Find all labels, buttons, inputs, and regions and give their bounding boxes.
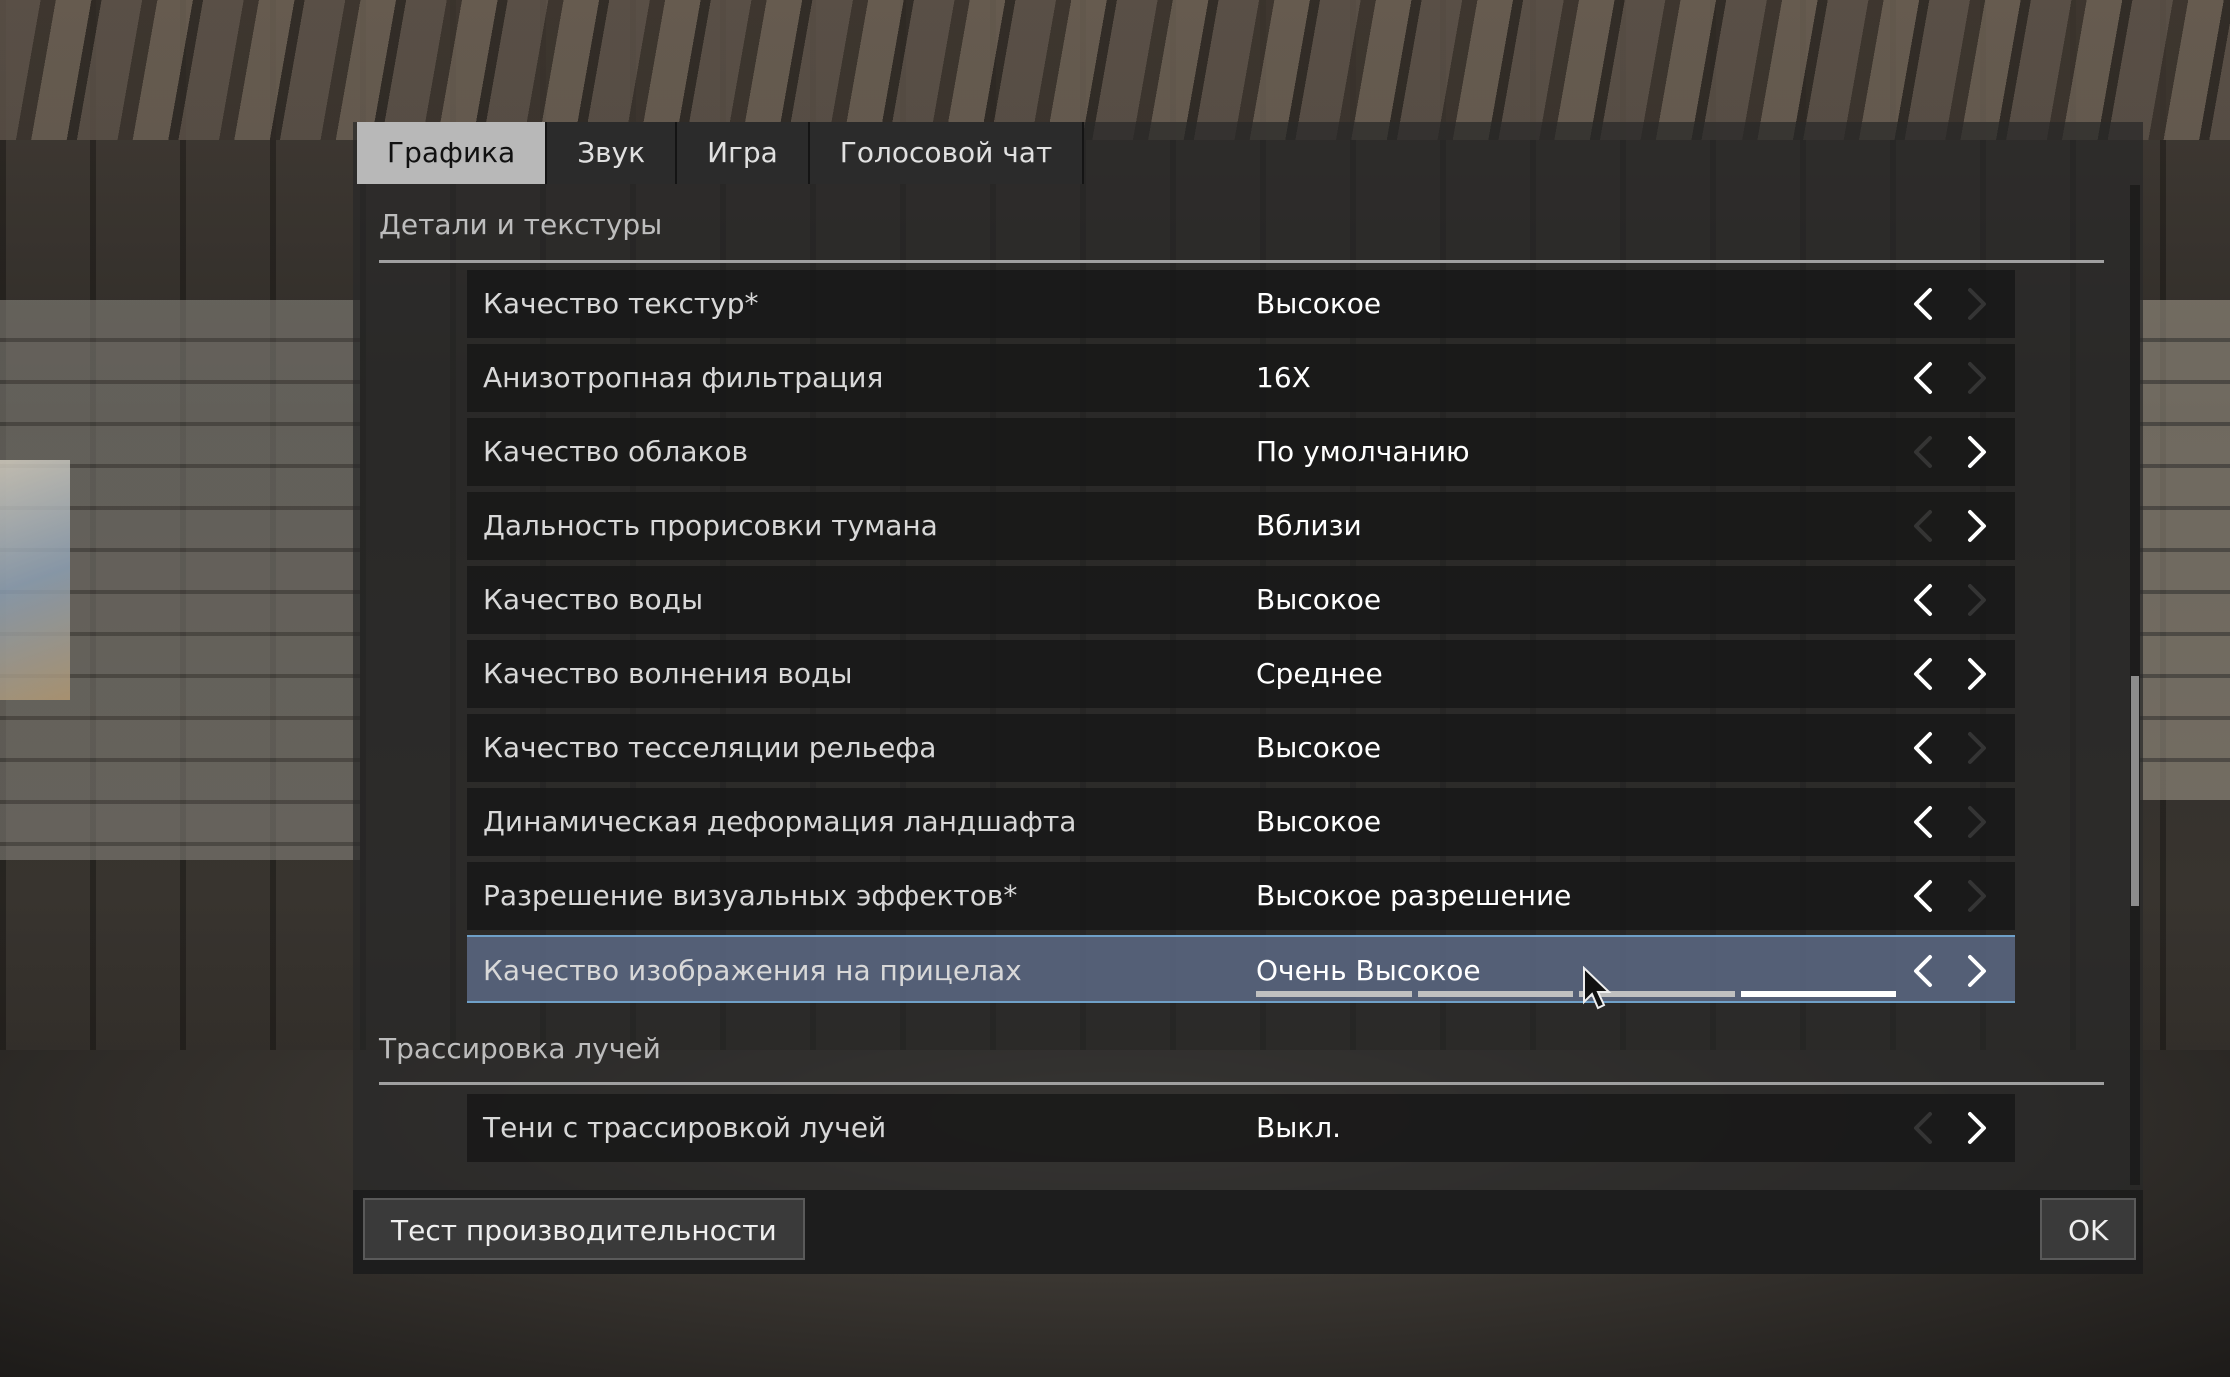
level-indicator: [1256, 991, 1896, 997]
setting-label: Качество тесселяции рельефа: [483, 731, 937, 764]
chevron-right-icon[interactable]: [1954, 652, 1998, 696]
setting-value: Высокое: [1256, 805, 1382, 838]
chevron-left-icon[interactable]: [1902, 874, 1946, 918]
setting-label: Анизотропная фильтрация: [483, 361, 884, 394]
setting-label: Качество текстур*: [483, 287, 759, 320]
setting-label: Динамическая деформация ландшафта: [483, 805, 1077, 838]
setting-label: Качество изображения на прицелах: [483, 954, 1022, 987]
setting-row[interactable]: Качество изображения на прицелах Очень Вы…: [467, 935, 2015, 1003]
chevron-left-icon[interactable]: [1902, 282, 1946, 326]
chevron-right-icon: [1954, 282, 1998, 326]
level-segment: [1417, 991, 1573, 997]
setting-value: Среднее: [1256, 657, 1383, 690]
scrollbar-thumb[interactable]: [2131, 676, 2139, 906]
tab-sound[interactable]: Звук: [547, 122, 678, 184]
chevron-left-icon[interactable]: [1902, 726, 1946, 770]
setting-row[interactable]: Качество текстур* Высокое: [467, 270, 2015, 338]
setting-label: Качество облаков: [483, 435, 749, 468]
chevron-left-icon: [1902, 430, 1946, 474]
setting-row[interactable]: Дальность прорисовки тумана Вблизи: [467, 492, 2015, 560]
ok-button[interactable]: OK: [2040, 1198, 2137, 1260]
chevron-right-icon[interactable]: [1954, 430, 1998, 474]
chevron-left-icon[interactable]: [1902, 800, 1946, 844]
chevron-left-icon: [1902, 1106, 1946, 1150]
setting-row[interactable]: Анизотропная фильтрация 16X: [467, 344, 2015, 412]
settings-tabs: Графика Звук Игра Голосовой чат: [357, 122, 1085, 184]
setting-value: Высокое: [1256, 731, 1382, 764]
setting-row[interactable]: Качество воды Высокое: [467, 566, 2015, 634]
chevron-right-icon: [1954, 800, 1998, 844]
scene-wall-right: [2140, 300, 2230, 800]
chevron-left-icon[interactable]: [1902, 949, 1946, 993]
section-header-details: Детали и текстуры: [379, 208, 663, 241]
section-divider: [379, 1082, 2104, 1085]
chevron-left-icon[interactable]: [1902, 356, 1946, 400]
chevron-right-icon: [1954, 356, 1998, 400]
chevron-right-icon: [1954, 874, 1998, 918]
setting-row[interactable]: Тени с трассировкой лучей Выкл.: [467, 1094, 2015, 1162]
tab-graphics[interactable]: Графика: [357, 122, 548, 184]
level-segment: [1256, 991, 1412, 997]
setting-row[interactable]: Разрешение визуальных эффектов* Высокое р…: [467, 862, 2015, 930]
section-divider: [379, 260, 2104, 263]
chevron-right-icon: [1954, 726, 1998, 770]
setting-label: Качество воды: [483, 583, 704, 616]
setting-value: Высокое: [1256, 583, 1382, 616]
setting-value: По умолчанию: [1256, 435, 1470, 468]
setting-value: Высокое: [1256, 287, 1382, 320]
setting-value: 16X: [1256, 361, 1311, 394]
setting-label: Разрешение визуальных эффектов*: [483, 879, 1018, 912]
setting-label: Качество волнения воды: [483, 657, 853, 690]
setting-value: Выкл.: [1256, 1111, 1342, 1144]
chevron-left-icon: [1902, 504, 1946, 548]
chevron-right-icon[interactable]: [1954, 1106, 1998, 1150]
setting-label: Тени с трассировкой лучей: [483, 1111, 887, 1144]
tab-game[interactable]: Игра: [677, 122, 810, 184]
setting-row[interactable]: Качество облаков По умолчанию: [467, 418, 2015, 486]
mouse-cursor-icon: [1583, 966, 1612, 1010]
setting-value: Высокое разрешение: [1256, 879, 1572, 912]
setting-label: Дальность прорисовки тумана: [483, 509, 938, 542]
wall-poster: [0, 460, 70, 700]
level-segment: [1740, 991, 1896, 997]
scene-ceiling: [0, 0, 2230, 140]
setting-value: Вблизи: [1256, 509, 1362, 542]
chevron-right-icon[interactable]: [1954, 504, 1998, 548]
chevron-right-icon: [1954, 578, 1998, 622]
chevron-left-icon[interactable]: [1902, 578, 1946, 622]
section-header-raytracing: Трассировка лучей: [379, 1032, 661, 1065]
tab-voice-chat[interactable]: Голосовой чат: [809, 122, 1085, 184]
chevron-left-icon[interactable]: [1902, 652, 1946, 696]
setting-row[interactable]: Качество волнения воды Среднее: [467, 640, 2015, 708]
setting-row[interactable]: Качество тесселяции рельефа Высокое: [467, 714, 2015, 782]
setting-row[interactable]: Динамическая деформация ландшафта Высокое: [467, 788, 2015, 856]
chevron-right-icon[interactable]: [1954, 949, 1998, 993]
benchmark-button[interactable]: Тест производительности: [363, 1198, 805, 1260]
